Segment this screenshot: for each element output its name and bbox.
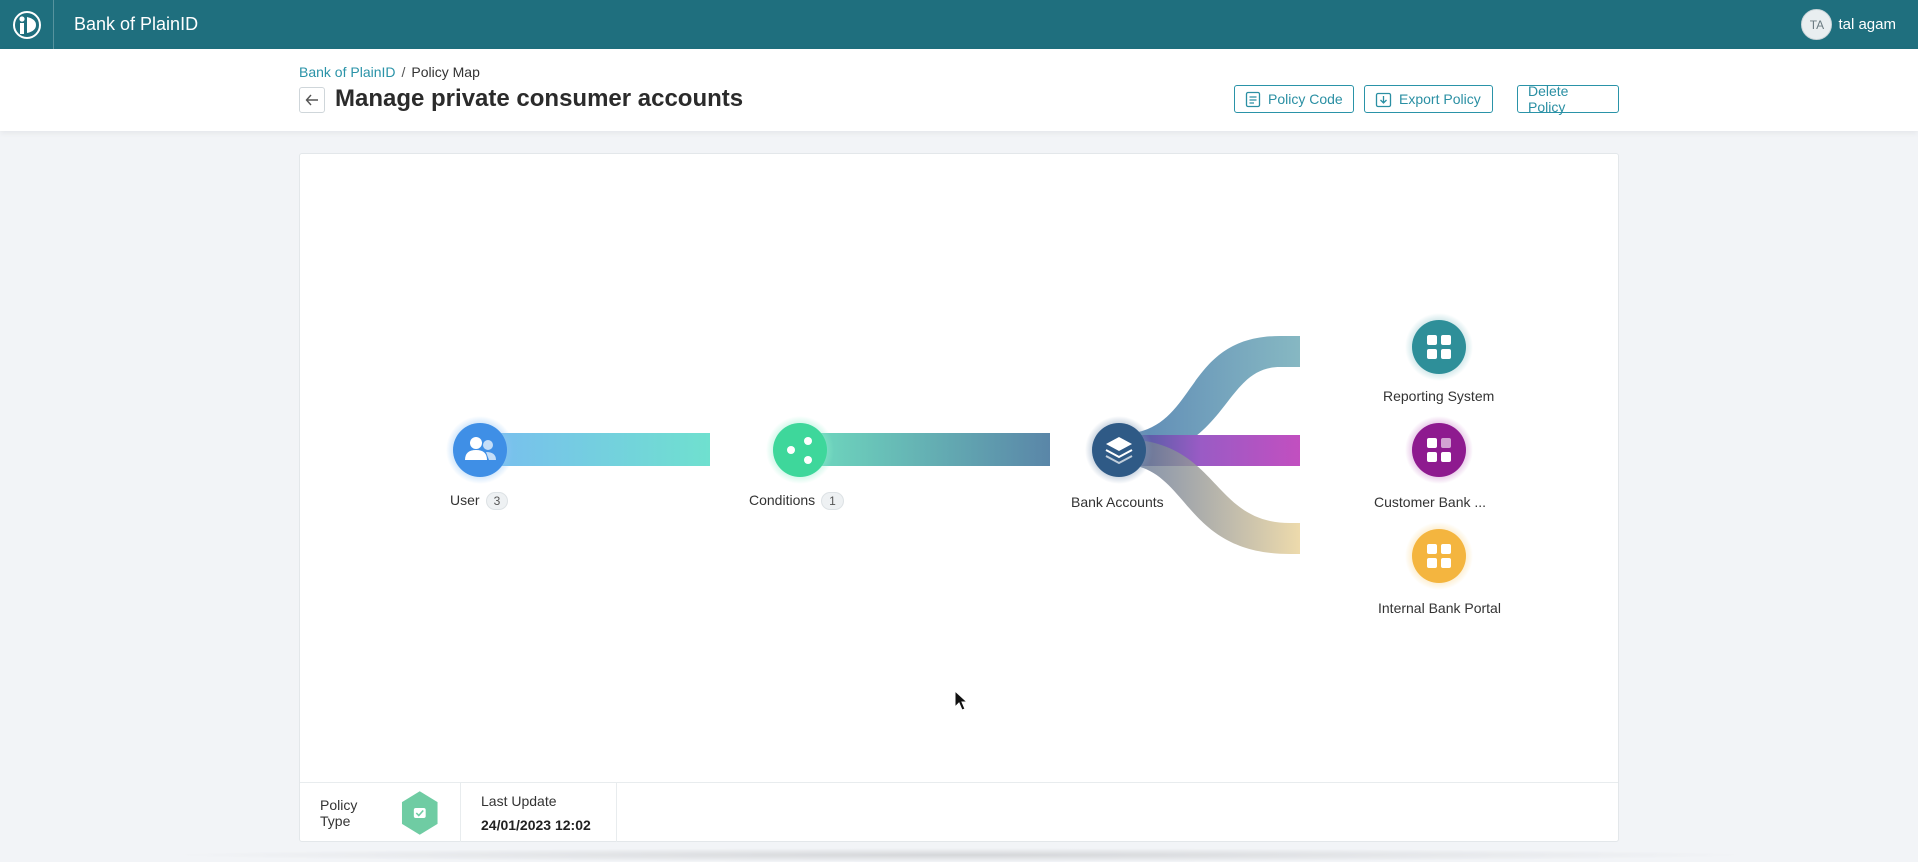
conditions-label-text: Conditions xyxy=(749,492,816,508)
conditions-node-label[interactable]: Conditions 1 xyxy=(749,492,844,510)
plainid-logo[interactable] xyxy=(0,0,54,49)
user-node[interactable] xyxy=(446,416,514,484)
conditions-count-badge: 1 xyxy=(821,492,844,510)
policy-code-button[interactable]: Policy Code xyxy=(1234,85,1354,113)
user-name[interactable]: tal agam xyxy=(1838,16,1896,33)
breadcrumb-root-link[interactable]: Bank of PlainID xyxy=(299,64,396,80)
policy-map-card: User 3 Conditions 1 Bank Accounts Reportin… xyxy=(299,153,1619,842)
reporting-system-node-label[interactable]: Reporting System xyxy=(1383,388,1494,404)
plainid-logo-icon xyxy=(12,10,41,39)
delete-policy-label: Delete Policy xyxy=(1528,83,1569,115)
export-policy-label: Export Policy xyxy=(1399,91,1481,107)
flow-user-conditions xyxy=(480,433,710,466)
app-name: Bank of PlainID xyxy=(74,14,199,34)
page-header: Bank of PlainID / Policy Map Manage privat… xyxy=(0,49,1918,131)
customer-bank-node-label[interactable]: Customer Bank ... xyxy=(1374,494,1486,510)
user-menu[interactable]: TA tal agam xyxy=(1801,9,1896,40)
reporting-system-node[interactable] xyxy=(1405,313,1473,381)
last-update-cell: Last Update 24/01/2023 12:02 xyxy=(461,783,617,842)
policy-code-label: Policy Code xyxy=(1268,91,1343,107)
breadcrumb-separator: / xyxy=(401,64,406,80)
back-button[interactable] xyxy=(299,87,325,113)
bank-accounts-node-label[interactable]: Bank Accounts xyxy=(1071,494,1164,510)
avatar[interactable]: TA xyxy=(1801,9,1833,40)
policy-footer: Policy Type Last Update 24/01/2023 12:02 xyxy=(300,782,1618,842)
delete-policy-button[interactable]: Delete Policy xyxy=(1517,83,1619,115)
conditions-node[interactable] xyxy=(766,416,834,484)
policy-map-canvas xyxy=(446,313,1473,711)
policy-type-cell: Policy Type xyxy=(300,783,461,842)
page-title: Manage private consumer accounts xyxy=(335,85,744,112)
export-policy-button[interactable]: Export Policy xyxy=(1364,85,1493,113)
user-node-label[interactable]: User 3 xyxy=(450,492,509,510)
policy-type-hexagon-icon[interactable] xyxy=(400,790,440,836)
customer-bank-node[interactable] xyxy=(1405,416,1473,484)
bottom-shadow xyxy=(160,848,1760,862)
export-icon xyxy=(1375,92,1392,107)
policy-map: User 3 Conditions 1 Bank Accounts Reportin… xyxy=(300,154,1618,782)
bank-accounts-node[interactable] xyxy=(1085,416,1153,484)
internal-bank-portal-node-label[interactable]: Internal Bank Portal xyxy=(1378,600,1501,616)
document-icon xyxy=(1245,91,1261,107)
breadcrumb-current: Policy Map xyxy=(411,64,480,80)
breadcrumb: Bank of PlainID / Policy Map xyxy=(299,64,480,80)
user-count-badge: 3 xyxy=(485,492,509,510)
mouse-cursor-icon xyxy=(954,689,969,711)
last-update-value: 24/01/2023 12:02 xyxy=(481,816,591,833)
top-navigation-bar: Bank of PlainID TA tal agam xyxy=(0,0,1918,49)
arrow-left-icon xyxy=(305,94,318,106)
user-label-text: User xyxy=(450,492,480,508)
internal-bank-portal-node[interactable] xyxy=(1405,522,1473,590)
flow-conditions-bank-accounts xyxy=(800,433,1050,466)
last-update-label: Last Update xyxy=(481,792,557,809)
policy-type-label: Policy Type xyxy=(320,796,358,829)
